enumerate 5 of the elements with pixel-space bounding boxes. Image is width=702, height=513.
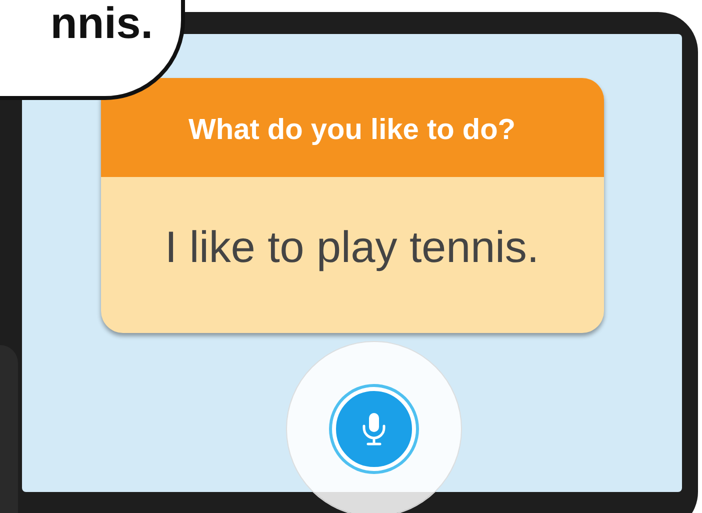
answer-text: I like to play tennis.: [164, 222, 540, 274]
question-text: What do you like to do?: [100, 78, 604, 177]
speech-text: nnis.: [50, 2, 153, 46]
microphone-icon: [361, 412, 387, 446]
microphone-button[interactable]: [332, 387, 416, 471]
